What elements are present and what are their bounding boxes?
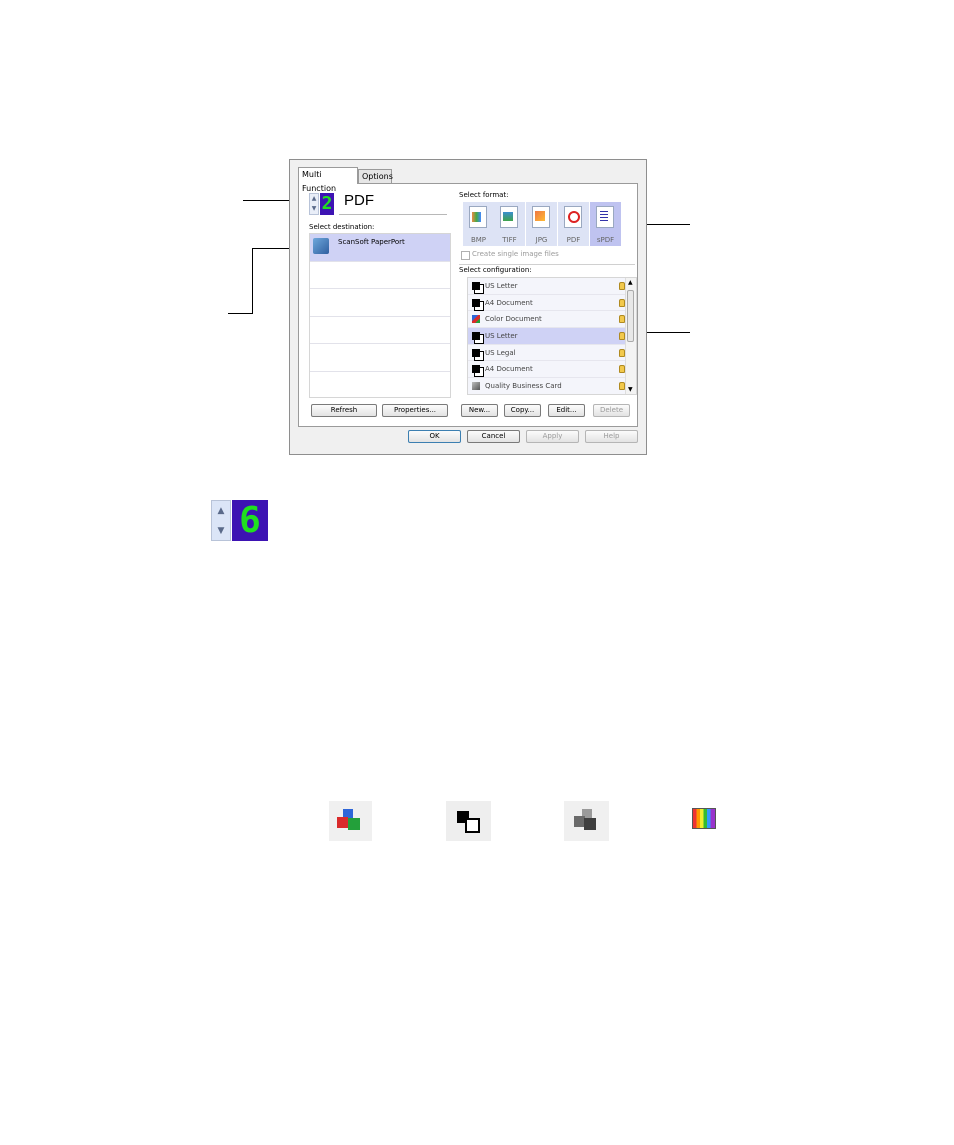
destination-count-display: 2: [320, 193, 334, 215]
scroll-up-icon[interactable]: ▲: [628, 279, 633, 286]
configuration-label: Color Document: [485, 315, 542, 324]
callout-line-destination-h2: [228, 313, 253, 314]
bw-icon: [472, 348, 480, 357]
copy-button[interactable]: Copy...: [504, 404, 541, 417]
bmp-file-icon: [469, 206, 487, 228]
configuration-label: A4 Document: [485, 365, 533, 374]
list-item[interactable]: [310, 262, 450, 289]
grayscale-icon: [472, 382, 480, 391]
spin-up-icon: ▲: [217, 506, 225, 516]
spin-down-icon: ▼: [217, 526, 225, 536]
list-item[interactable]: US Letter: [468, 278, 628, 295]
refresh-button[interactable]: Refresh: [311, 404, 377, 417]
scroll-thumb[interactable]: [627, 290, 634, 342]
configuration-label: A4 Document: [485, 298, 533, 307]
format-tiff[interactable]: TIFF: [494, 202, 525, 246]
cancel-button[interactable]: Cancel: [467, 430, 520, 443]
destination-spinner[interactable]: ▲ ▼: [309, 193, 319, 215]
select-configuration-label: Select configuration:: [459, 266, 532, 274]
format-name-underline: [339, 214, 447, 215]
tab-multi-function[interactable]: Multi Function: [298, 167, 358, 193]
large-spinner: ▲ ▼: [211, 500, 231, 541]
callout-line-destination-v: [252, 248, 253, 313]
color-icon: [472, 315, 480, 324]
properties-button[interactable]: Properties...: [382, 404, 448, 417]
scroll-down-icon[interactable]: ▼: [628, 386, 633, 393]
bw-icon: [472, 332, 480, 341]
selected-format-name: PDF: [344, 192, 374, 209]
destination-label: ScanSoft PaperPort: [338, 238, 405, 246]
format-label: TIFF: [502, 236, 517, 244]
single-image-checkbox[interactable]: [461, 251, 470, 260]
bw-icon: [472, 282, 480, 290]
configuration-list[interactable]: US Letter A4 Document Color Document US …: [467, 277, 637, 395]
bw-icon: [472, 365, 480, 374]
large-counter-display: 6: [232, 500, 268, 541]
configuration-label: Quality Business Card: [485, 382, 562, 391]
configuration-label: US Letter: [485, 332, 518, 341]
list-item[interactable]: [310, 289, 450, 317]
color-icon: [329, 801, 372, 841]
format-label: JPG: [535, 236, 548, 244]
configuration-label: US Legal: [485, 348, 516, 357]
destination-list[interactable]: ScanSoft PaperPort: [309, 233, 451, 398]
configuration-scrollbar[interactable]: ▲ ▼: [625, 278, 636, 394]
list-item[interactable]: ScanSoft PaperPort: [310, 234, 450, 262]
list-item[interactable]: [310, 344, 450, 372]
grayscale-icon: [564, 801, 609, 841]
list-item[interactable]: A4 Document: [468, 294, 628, 312]
ok-button[interactable]: OK: [408, 430, 461, 443]
list-item[interactable]: US Letter: [468, 328, 628, 345]
list-item[interactable]: [310, 372, 450, 400]
tab-panel: ▲ ▼ 2 PDF Select destination: ScanSoft P…: [298, 183, 638, 427]
bw-icon: [446, 801, 491, 841]
spdf-file-icon: [596, 206, 614, 228]
list-item[interactable]: Color Document: [468, 311, 628, 329]
configuration-label: US Letter: [485, 282, 518, 290]
list-item[interactable]: Quality Business Card: [468, 378, 628, 394]
format-label: PDF: [566, 236, 581, 244]
help-button[interactable]: Help: [585, 430, 638, 443]
format-pdf[interactable]: PDF: [558, 202, 589, 246]
tab-label: Multi Function: [302, 170, 337, 193]
paperport-icon: [313, 238, 329, 254]
format-bmp[interactable]: BMP: [463, 202, 494, 246]
format-separator: [459, 264, 635, 265]
select-destination-label: Select destination:: [309, 223, 375, 231]
list-item[interactable]: A4 Document: [468, 361, 628, 379]
format-jpg[interactable]: JPG: [526, 202, 557, 246]
apply-button[interactable]: Apply: [526, 430, 579, 443]
format-label: BMP: [470, 236, 487, 244]
tiff-file-icon: [500, 206, 518, 228]
color-bars-icon: [692, 808, 716, 829]
delete-button[interactable]: Delete: [593, 404, 630, 417]
bw-icon: [472, 298, 480, 307]
list-item[interactable]: [310, 317, 450, 344]
jpg-file-icon: [532, 206, 550, 228]
format-label: sPDF: [596, 236, 615, 244]
select-format-label: Select format:: [459, 191, 509, 199]
spin-down-icon[interactable]: ▼: [310, 204, 318, 214]
scanner-dialog: Multi Function Options ▲ ▼ 2 PDF Select …: [289, 159, 647, 455]
tab-options[interactable]: Options: [358, 169, 393, 183]
pdf-file-icon: [564, 206, 582, 228]
single-image-label: Create single image files: [472, 250, 559, 258]
edit-button[interactable]: Edit...: [548, 404, 585, 417]
format-spdf[interactable]: sPDF: [590, 202, 621, 246]
list-item[interactable]: US Legal: [468, 344, 628, 362]
new-button[interactable]: New...: [461, 404, 498, 417]
tab-label: Options: [362, 172, 393, 181]
